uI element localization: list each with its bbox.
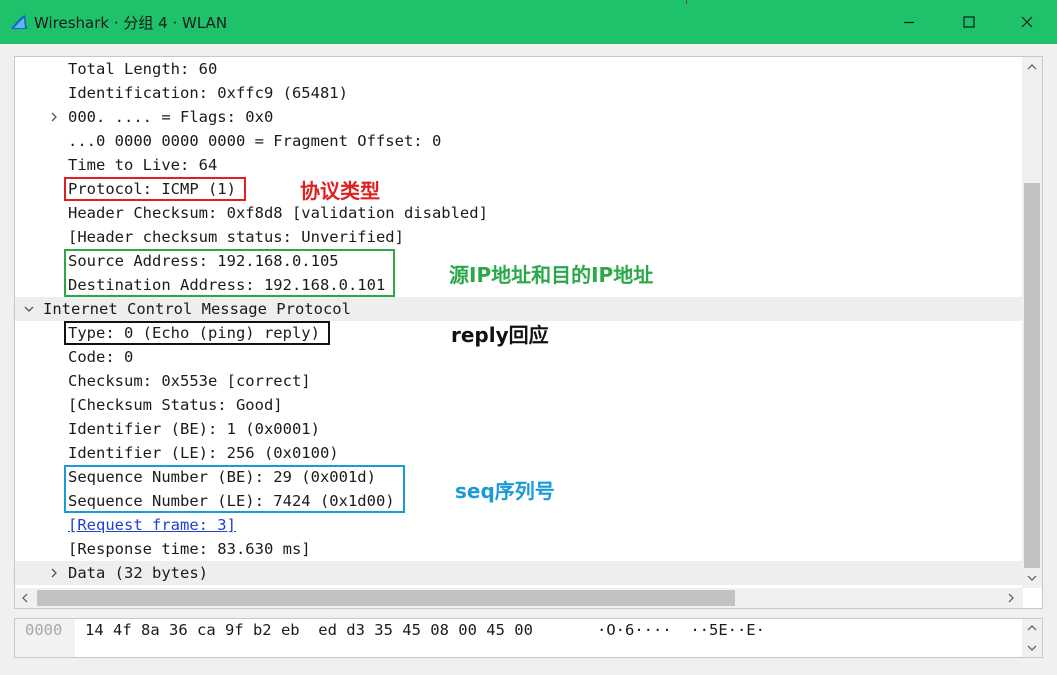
- tree-row-label: Destination Address: 192.168.0.101: [68, 276, 386, 294]
- window-title: Wireshark · 分组 4 · WLAN: [34, 14, 228, 32]
- chevron-down-icon: [1027, 645, 1037, 651]
- tree-row[interactable]: [Response time: 83.630 ms]: [15, 537, 1023, 561]
- packet-bytes-pane[interactable]: 0000 14 4f 8a 36 ca 9f b2 eb ed d3 35 45…: [14, 618, 1043, 658]
- packet-details-tree: Total Length: 60 Identification: 0xffc9 (…: [15, 57, 1023, 587]
- hex-offset: 0000: [25, 621, 63, 639]
- chevron-up-icon: [1027, 64, 1037, 70]
- vertical-scroll-thumb[interactable]: [1024, 183, 1040, 568]
- maximize-button[interactable]: [940, 0, 998, 44]
- minimize-button[interactable]: [880, 0, 938, 44]
- tree-row-label: Checksum: 0x553e [correct]: [68, 372, 311, 390]
- tree-row-label: Sequence Number (LE): 7424 (0x1d00): [68, 492, 395, 510]
- tree-row-label: [Header checksum status: Unverified]: [68, 228, 404, 246]
- tree-row-label: Internet Control Message Protocol: [43, 300, 351, 318]
- tree-row-label: Protocol: ICMP (1): [68, 180, 236, 198]
- window-edge-tick: [686, 0, 687, 4]
- close-button[interactable]: [998, 0, 1056, 44]
- tree-row-label: Time to Live: 64: [68, 156, 218, 174]
- tree-row-label: Data (32 bytes): [68, 564, 208, 582]
- shark-fin-icon: [11, 15, 27, 29]
- scroll-right-button[interactable]: [1001, 588, 1021, 608]
- title-bar: Wireshark · 分组 4 · WLAN: [0, 0, 1057, 44]
- tree-row[interactable]: Identifier (BE): 1 (0x0001): [15, 417, 1023, 441]
- hex-scroll-down-button[interactable]: [1022, 639, 1042, 657]
- tree-row[interactable]: [Checksum Status: Good]: [15, 393, 1023, 417]
- tree-row-label: Header Checksum: 0xf8d8 [validation disa…: [68, 204, 488, 222]
- tree-row[interactable]: Identification: 0xffc9 (65481): [15, 81, 1023, 105]
- chevron-left-icon: [22, 593, 28, 603]
- tree-row-label: [Response time: 83.630 ms]: [68, 540, 311, 558]
- hex-offset-column: 0000: [15, 619, 75, 657]
- tree-row-label: Total Length: 60: [68, 60, 218, 78]
- minimize-icon: [904, 21, 914, 24]
- tree-row-label: [Checksum Status: Good]: [68, 396, 283, 414]
- chevron-down-icon[interactable]: [22, 297, 36, 321]
- tree-row[interactable]: Code: 0: [15, 345, 1023, 369]
- reply-annotation-label: reply回应: [451, 323, 549, 347]
- tree-row[interactable]: Total Length: 60: [15, 57, 1023, 81]
- ip-address-annotation-label: 源IP地址和目的IP地址: [449, 263, 654, 287]
- tree-row[interactable]: ...0 0000 0000 0000 = Fragment Offset: 0: [15, 129, 1023, 153]
- tree-row[interactable]: Identifier (LE): 256 (0x0100): [15, 441, 1023, 465]
- tree-row-label: Identification: 0xffc9 (65481): [68, 84, 348, 102]
- tree-row[interactable]: Time to Live: 64: [15, 153, 1023, 177]
- chevron-down-icon: [1027, 575, 1037, 581]
- tree-row-label: Identifier (LE): 256 (0x0100): [68, 444, 339, 462]
- scroll-left-button[interactable]: [15, 588, 35, 608]
- tree-row-label: Code: 0: [68, 348, 134, 366]
- request-frame-link[interactable]: [Request frame: 3]: [68, 513, 236, 537]
- tree-row-label: 000. .... = Flags: 0x0: [68, 108, 274, 126]
- tree-row[interactable]: [Request frame: 3]: [15, 513, 1023, 537]
- hex-scroll-up-button[interactable]: [1022, 619, 1042, 637]
- packet-details-pane[interactable]: Total Length: 60 Identification: 0xffc9 (…: [14, 56, 1043, 609]
- hex-bytes[interactable]: 14 4f 8a 36 ca 9f b2 eb ed d3 35 45 08 0…: [85, 621, 533, 639]
- seq-annotation-label: seq序列号: [455, 479, 555, 503]
- protocol-annotation-label: 协议类型: [300, 179, 380, 203]
- tree-row[interactable]: Header Checksum: 0xf8d8 [validation disa…: [15, 201, 1023, 225]
- tree-row[interactable]: 000. .... = Flags: 0x0: [15, 105, 1023, 129]
- chevron-up-icon: [1027, 625, 1037, 631]
- maximize-icon: [963, 16, 975, 28]
- tree-row[interactable]: Data (32 bytes): [15, 561, 1023, 585]
- chevron-right-icon[interactable]: [47, 561, 61, 585]
- tree-row-label: Identifier (BE): 1 (0x0001): [68, 420, 320, 438]
- tree-row-label: Source Address: 192.168.0.105: [68, 252, 339, 270]
- hex-ascii[interactable]: ·O·6···· ··5E··E·: [597, 621, 765, 639]
- tree-row-label: ...0 0000 0000 0000 = Fragment Offset: 0: [68, 132, 442, 150]
- scroll-up-button[interactable]: [1022, 57, 1042, 77]
- close-icon: [1021, 16, 1033, 28]
- tree-row-label: Sequence Number (BE): 29 (0x001d): [68, 468, 376, 486]
- tree-row[interactable]: Internet Control Message Protocol: [15, 297, 1023, 321]
- horizontal-scroll-thumb[interactable]: [37, 590, 735, 606]
- scroll-down-button[interactable]: [1022, 568, 1042, 588]
- tree-row[interactable]: [Header checksum status: Unverified]: [15, 225, 1023, 249]
- tree-row[interactable]: Checksum: 0x553e [correct]: [15, 369, 1023, 393]
- tree-row[interactable]: Protocol: ICMP (1): [15, 177, 1023, 201]
- chevron-right-icon[interactable]: [47, 105, 61, 129]
- vertical-scrollbar[interactable]: [1022, 57, 1042, 588]
- chevron-right-icon: [1008, 593, 1014, 603]
- horizontal-scrollbar[interactable]: [15, 588, 1023, 608]
- hex-vertical-scrollbar[interactable]: [1022, 619, 1042, 657]
- tree-row-label: Type: 0 (Echo (ping) reply): [68, 324, 320, 342]
